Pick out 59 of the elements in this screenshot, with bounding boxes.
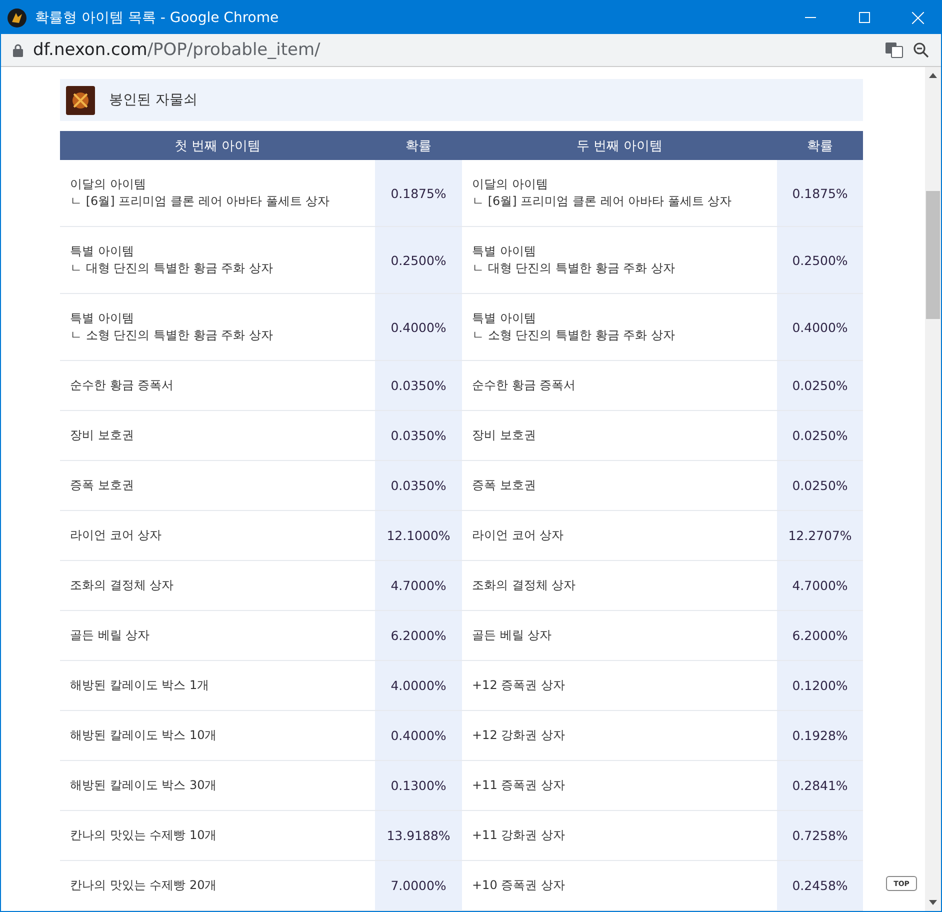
zoom-out-icon[interactable] (913, 42, 929, 58)
item-name: 특별 아이템 (70, 310, 135, 327)
probability-cell: 0.0250% (777, 361, 863, 411)
probability-cell: 0.4000% (375, 711, 462, 761)
item-subname: ㄴ [6월] 프리미엄 클론 레어 아바타 풀세트 상자 (472, 193, 733, 210)
scrollbar[interactable] (925, 67, 941, 911)
probability-cell: 0.2458% (777, 861, 863, 911)
column-header: 확률 (375, 131, 462, 160)
probability-cell: 0.4000% (777, 294, 863, 361)
item-subname: ㄴ 소형 단진의 특별한 황금 주화 상자 (70, 327, 274, 344)
probability-cell: 12.2707% (777, 511, 863, 561)
probability-cell: 0.1300% (375, 761, 462, 811)
scroll-down-icon[interactable] (929, 900, 937, 905)
probability-cell: 0.7258% (777, 811, 863, 861)
probability-cell: 0.0350% (375, 411, 462, 461)
maximize-icon (858, 12, 870, 23)
translate-icon[interactable] (885, 42, 903, 58)
item-name: 특별 아이템 (70, 243, 135, 260)
item-subname: ㄴ 대형 단진의 특별한 황금 주화 상자 (472, 260, 676, 277)
item-subname: ㄴ 대형 단진의 특별한 황금 주화 상자 (70, 260, 274, 277)
probability-cell: 0.2500% (777, 227, 863, 294)
item-name: 이달의 아이템 (472, 176, 549, 193)
probability-cell: 0.0350% (375, 461, 462, 511)
app-logo-icon (7, 8, 27, 28)
probability-cell: 4.7000% (375, 561, 462, 611)
item-name: 특별 아이템 (472, 243, 537, 260)
probability-cell: 0.0250% (777, 411, 863, 461)
probability-cell: 12.1000% (375, 511, 462, 561)
section-title: 봉인된 자물쇠 (109, 91, 198, 109)
probability-cell: 6.2000% (777, 611, 863, 661)
item-name: 이달의 아이템 (70, 176, 147, 193)
item-icon (66, 86, 95, 114)
probability-cell: 4.0000% (375, 661, 462, 711)
item-subname: ㄴ 소형 단진의 특별한 황금 주화 상자 (472, 327, 676, 344)
probability-cell: 0.1200% (777, 661, 863, 711)
lock-icon (13, 44, 23, 56)
column-header: 두 번째 아이템 (462, 131, 777, 160)
probability-cell: 7.0000% (375, 861, 462, 911)
probability-cell: 0.1928% (777, 711, 863, 761)
column-header: 첫 번째 아이템 (60, 131, 375, 160)
probability-cell: 0.4000% (375, 294, 462, 361)
minimize-icon (804, 17, 816, 18)
item-name: 특별 아이템 (472, 310, 537, 327)
probability-cell: 0.2841% (777, 761, 863, 811)
probability-cell: 0.0250% (777, 461, 863, 511)
scroll-up-icon[interactable] (929, 73, 937, 78)
url-text[interactable]: df.nexon.com/POP/probable_item/ (33, 40, 875, 60)
item-subname: ㄴ [6월] 프리미엄 클론 레어 아바타 풀세트 상자 (70, 193, 331, 210)
probability-cell: 6.2000% (375, 611, 462, 661)
window-title: 확률형 아이템 목록 - Google Chrome (35, 8, 280, 26)
probability-cell: 0.2500% (375, 227, 462, 294)
probability-cell: 0.0350% (375, 361, 462, 411)
column-header: 확률 (777, 131, 863, 160)
probability-cell: 0.1875% (375, 160, 462, 227)
close-icon (912, 12, 924, 24)
scrollbar-thumb[interactable] (926, 191, 940, 319)
probability-cell: 13.9188% (375, 811, 462, 861)
probability-cell: 0.1875% (777, 160, 863, 227)
probability-cell: 4.7000% (777, 561, 863, 611)
